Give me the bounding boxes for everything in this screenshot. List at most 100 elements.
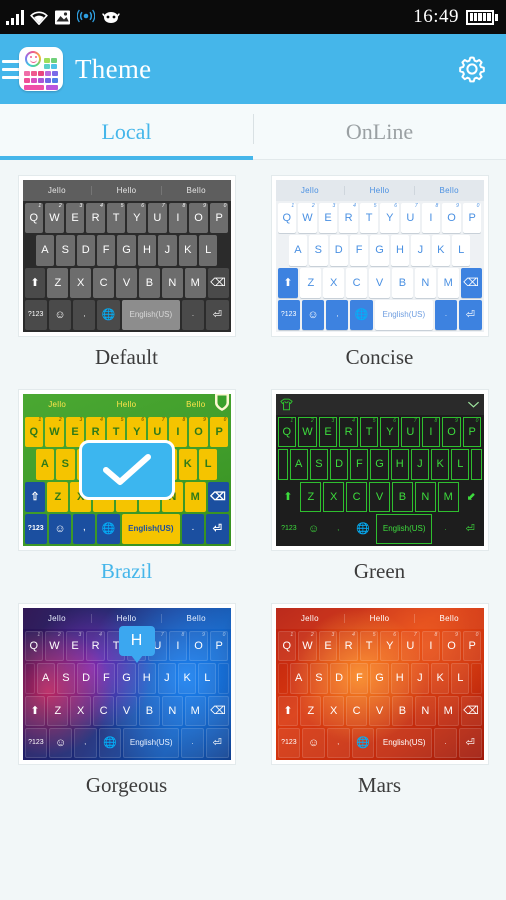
key-row-4: ?123 ☺ , 🌐 English(US) . ⏎ — [277, 513, 483, 544]
key-k: K — [178, 663, 197, 694]
theme-thumbnail-brazil[interactable]: Jello Hello Bello Q1 W2 E3 R4 T5 Y6 U7 I… — [18, 390, 235, 550]
key-w: W2 — [298, 631, 317, 662]
key-v: V — [116, 695, 137, 726]
shield-badge-icon — [214, 394, 229, 411]
key-a: A — [35, 449, 55, 480]
backspace-icon: ⌫ — [207, 267, 229, 298]
key-z: Z — [47, 267, 69, 298]
screenshot-icon — [55, 10, 70, 24]
key-q: Q1 — [277, 631, 297, 662]
theme-card-mars[interactable]: Jello Hello Bello Q1 W2 E3 R4 T5 Y6 U7 I… — [253, 604, 506, 818]
battery-icon — [466, 9, 498, 25]
key-z: Z — [300, 695, 322, 726]
suggestion-1: Jello — [47, 614, 66, 623]
key-w: W2 — [45, 203, 64, 234]
theme-card-concise[interactable]: Jello Hello Bello Q1 W2 E3 R4 T5 Y6 U7 I… — [253, 176, 506, 390]
theme-thumbnail-green[interactable]: Q1 W2 E3 R4 T5 Y6 U7 I8 O9 P0 A S D F G … — [271, 390, 488, 550]
tab-local[interactable]: Local — [0, 104, 253, 160]
key-g: G — [370, 663, 389, 694]
wireless-broadcast-icon — [77, 9, 95, 23]
key-e: E3 — [318, 631, 338, 662]
theme-card-default[interactable]: Jello Hello Bello Q1 W2 E3 R4 T5 Y6 U7 I… — [0, 176, 253, 390]
suggestion-3: Bello — [413, 186, 484, 195]
period-key: . — [181, 299, 205, 330]
key-o: O9 — [189, 417, 208, 448]
period-key: . — [444, 525, 447, 533]
key-row-1: Q1 W2 E3 R4 T5 Y6 U7 I8 O9 P0 — [277, 631, 483, 662]
key-p: P0 — [462, 203, 482, 234]
space-key: English(US) — [376, 727, 433, 758]
key-e: E3 — [318, 417, 338, 448]
key-f: F — [97, 663, 116, 694]
key-w: W2 — [45, 631, 64, 662]
theme-card-brazil[interactable]: Jello Hello Bello Q1 W2 E3 R4 T5 Y6 U7 I… — [0, 390, 253, 604]
theme-thumbnail-mars[interactable]: Jello Hello Bello Q1 W2 E3 R4 T5 Y6 U7 I… — [271, 604, 488, 764]
theme-thumbnail-default[interactable]: Jello Hello Bello Q1 W2 E3 R4 T5 Y6 U7 I… — [18, 176, 235, 336]
period-key: . — [181, 727, 204, 758]
suggestion-1: Jello — [300, 186, 319, 195]
space-key: English(US) — [374, 299, 433, 330]
key-m: M — [184, 695, 206, 726]
key-q: Q1 — [24, 203, 44, 234]
key-y: Y6 — [380, 417, 400, 448]
key-j: J — [158, 235, 177, 266]
key-n: N — [414, 695, 436, 726]
keyboard-preview: Q1 W2 E3 R4 T5 Y6 U7 I8 O9 P0 A S D F G … — [275, 394, 484, 546]
space-key: English(US) — [123, 727, 180, 758]
theme-grid: Jello Hello Bello Q1 W2 E3 R4 T5 Y6 U7 I… — [0, 160, 506, 818]
key-m: M — [437, 695, 459, 726]
enter-return-icon: ⏎ — [205, 727, 229, 758]
key-row-3: ⬆ Z X C V B N M ⌫ — [277, 267, 483, 298]
chevron-down-icon — [467, 401, 479, 408]
key-d: D — [76, 235, 95, 266]
suggestion-3: Bello — [160, 186, 231, 195]
key-p: P0 — [209, 203, 229, 234]
key-s: S — [56, 663, 75, 694]
key-m: M — [184, 267, 206, 298]
theme-card-green[interactable]: Q1 W2 E3 R4 T5 Y6 U7 I8 O9 P0 A S D F G … — [253, 390, 506, 604]
key-g: G — [117, 663, 136, 694]
key-h: H — [137, 235, 157, 266]
key-row-2: A S D F G H J K L — [277, 449, 483, 480]
key-w: W2 — [298, 417, 317, 448]
key-s: S — [309, 663, 328, 694]
key-r: R4 — [86, 631, 105, 662]
suggestion-3: Bello — [160, 614, 231, 623]
key-n: N — [414, 267, 436, 298]
key-h: H — [137, 663, 156, 694]
key-e: E3 — [318, 203, 338, 234]
key-l: L — [198, 235, 218, 266]
comma-key: , — [73, 513, 96, 544]
status-bar-left-icons — [6, 9, 121, 26]
symbols-key: ?123 — [277, 727, 301, 758]
gear-icon[interactable] — [452, 49, 492, 89]
key-y: Y6 — [380, 203, 400, 234]
theme-thumbnail-concise[interactable]: Jello Hello Bello Q1 W2 E3 R4 T5 Y6 U7 I… — [271, 176, 488, 336]
suggestion-bar: Jello Hello Bello — [23, 394, 231, 415]
globe-language-icon: 🌐 — [97, 513, 120, 544]
key-f: F — [350, 449, 369, 480]
key-t: T5 — [106, 203, 126, 234]
status-bar-right: 16:49 — [413, 6, 498, 28]
key-row-4: ?123 ☺ , 🌐 English(US) . ⏎ — [277, 727, 483, 758]
key-l: L — [198, 663, 217, 694]
key-s: S — [56, 449, 75, 480]
globe-language-icon: 🌐 — [351, 727, 375, 758]
key-p: P0 — [209, 417, 229, 448]
key-u: U7 — [148, 203, 167, 234]
theme-thumbnail-gorgeous[interactable]: Jello Hello Bello Q1 W2 E3 R4 T5 Y6 U7 — [18, 604, 235, 764]
theme-card-gorgeous[interactable]: Jello Hello Bello Q1 W2 E3 R4 T5 Y6 U7 — [0, 604, 253, 818]
key-o: O9 — [189, 631, 208, 662]
key-q: Q1 — [24, 631, 44, 662]
tab-bar: Local OnLine — [0, 104, 506, 160]
suggestion-1: Jello — [47, 186, 66, 195]
globe-language-icon: 🌐 — [350, 299, 373, 330]
key-z: Z — [300, 481, 322, 512]
theme-label-default: Default — [95, 345, 158, 369]
enter-return-icon: ⏎ — [465, 523, 475, 536]
tab-online[interactable]: OnLine — [253, 104, 506, 160]
suggestion-3: Bello — [413, 614, 484, 623]
key-v: V — [116, 267, 137, 298]
key-u: U7 — [401, 417, 420, 448]
symbols-key: ?123 — [281, 525, 297, 533]
